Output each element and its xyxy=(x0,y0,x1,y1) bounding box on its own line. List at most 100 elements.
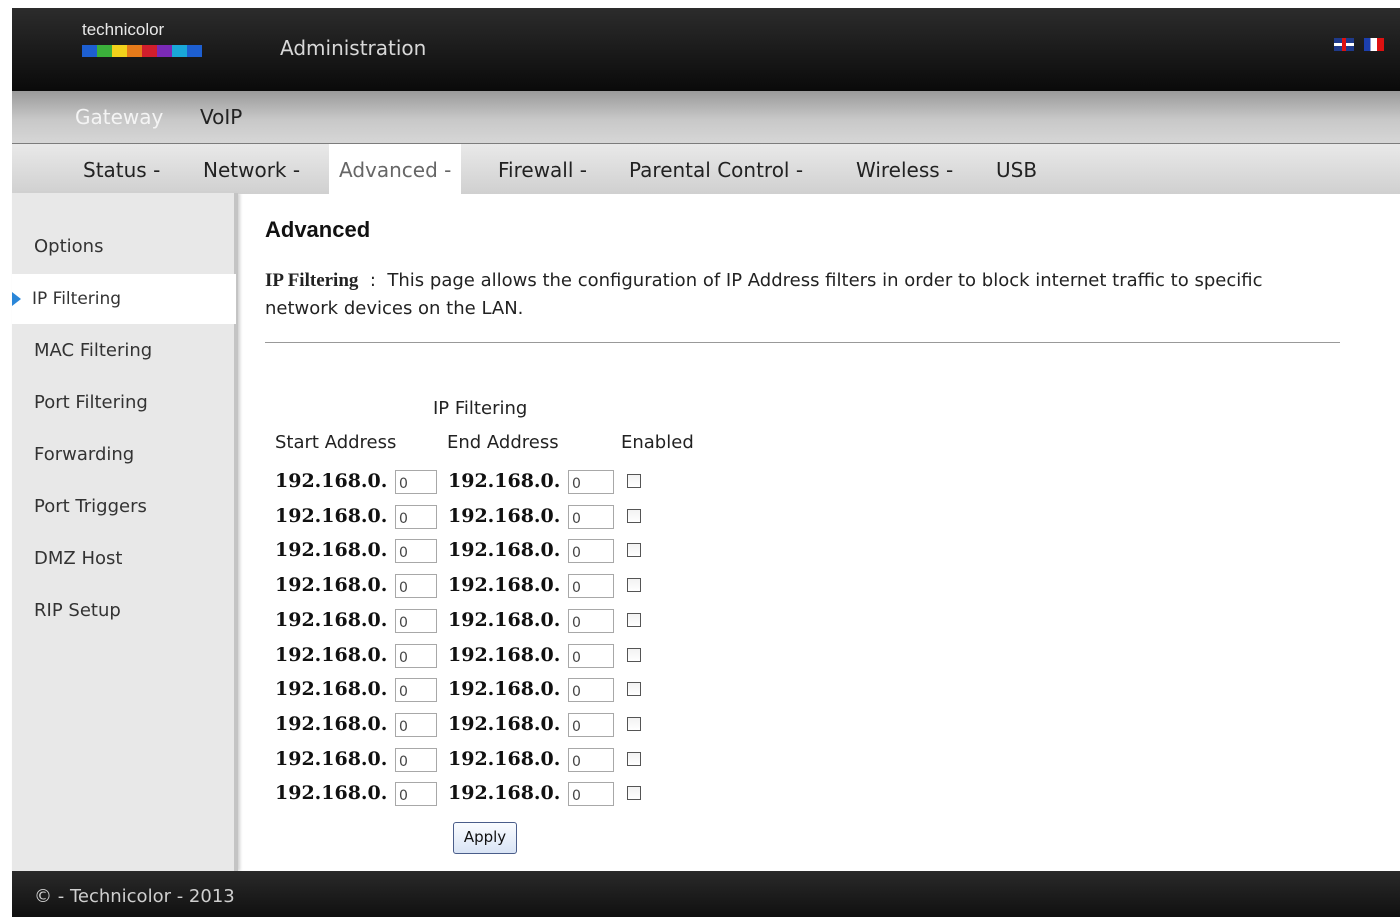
sidebar-item-port-triggers[interactable]: Port Triggers xyxy=(12,482,236,532)
start-address-octet-input[interactable]: 0 xyxy=(395,747,437,772)
tab-advanced[interactable]: Advanced - xyxy=(329,144,462,194)
enabled-checkbox[interactable] xyxy=(627,716,641,731)
end-address-octet-input[interactable]: 0 xyxy=(568,539,614,564)
sidebar-item-mac-filtering[interactable]: MAC Filtering xyxy=(12,326,236,376)
tab-status[interactable]: Status - xyxy=(73,144,170,194)
end-address-octet-input[interactable]: 0 xyxy=(568,712,614,737)
end-address-prefix: 192.168.0. xyxy=(448,782,561,805)
logo-color-segment xyxy=(172,45,187,57)
end-address-prefix: 192.168.0. xyxy=(448,470,561,492)
enabled-checkbox[interactable] xyxy=(627,612,641,627)
sidebar-item-label: Options xyxy=(34,236,104,257)
technicolor-logo[interactable]: technicolor xyxy=(82,20,202,70)
end-address-octet-input[interactable]: 0 xyxy=(568,470,614,494)
footer: © - Technicolor - 2013 xyxy=(12,871,1400,917)
logo-color-segment xyxy=(82,45,97,57)
ip-filter-row: 192.168.0. 0 192.168.0. 0 xyxy=(275,572,675,600)
logo-color-bar xyxy=(82,45,202,57)
start-address-octet-input[interactable]: 0 xyxy=(395,712,437,737)
end-address-octet-input[interactable]: 0 xyxy=(568,747,614,772)
start-address-prefix: 192.168.0. xyxy=(275,747,388,770)
sidebar-item-dmz-host[interactable]: DMZ Host xyxy=(12,534,236,584)
start-address-prefix: 192.168.0. xyxy=(275,539,388,562)
enabled-checkbox[interactable] xyxy=(627,751,641,766)
logo-color-segment xyxy=(142,45,157,57)
start-address-octet-input[interactable]: 0 xyxy=(395,539,437,564)
tab-network[interactable]: Network - xyxy=(193,144,310,194)
end-address-prefix: 192.168.0. xyxy=(448,712,561,735)
end-address-octet-input[interactable]: 0 xyxy=(568,574,614,599)
enabled-checkbox[interactable] xyxy=(627,682,641,697)
start-address-prefix: 192.168.0. xyxy=(275,470,388,492)
language-selector xyxy=(1334,38,1384,51)
apply-button[interactable]: Apply xyxy=(453,822,517,854)
enabled-checkbox[interactable] xyxy=(627,578,641,593)
start-address-prefix: 192.168.0. xyxy=(275,608,388,631)
logo-color-segment xyxy=(187,45,202,57)
enabled-checkbox[interactable] xyxy=(627,508,641,523)
end-address-prefix: 192.168.0. xyxy=(448,574,561,597)
start-address-octet-input[interactable]: 0 xyxy=(395,504,437,529)
main-tab-bar: Status - Network - Advanced - Firewall -… xyxy=(12,143,1400,194)
column-header-end-address: End Address xyxy=(447,432,559,453)
description-text: This page allows the configuration of IP… xyxy=(265,270,1263,319)
uk-flag-icon[interactable] xyxy=(1334,38,1354,51)
end-address-octet-input[interactable]: 0 xyxy=(568,782,614,807)
sidebar-item-ip-filtering[interactable]: IP Filtering xyxy=(12,274,236,324)
end-address-octet-input[interactable]: 0 xyxy=(568,678,614,703)
sidebar-item-rip-setup[interactable]: RIP Setup xyxy=(12,586,236,636)
end-address-prefix: 192.168.0. xyxy=(448,747,561,770)
description-separator: : xyxy=(369,270,376,291)
sidebar-item-label: Port Triggers xyxy=(34,496,147,517)
tab-usb[interactable]: USB xyxy=(986,144,1047,194)
tab-parental-control[interactable]: Parental Control - xyxy=(619,144,813,194)
end-address-prefix: 192.168.0. xyxy=(448,643,561,666)
category-gateway[interactable]: Gateway xyxy=(75,105,163,129)
app-frame: technicolor Administration Gateway VoIP … xyxy=(12,8,1400,917)
end-address-octet-input[interactable]: 0 xyxy=(568,504,614,529)
end-address-prefix: 192.168.0. xyxy=(448,678,561,701)
footer-copyright: © - Technicolor - 2013 xyxy=(34,886,235,907)
ip-filter-row: 192.168.0. 0 192.168.0. 0 xyxy=(275,607,675,635)
sidebar-item-options[interactable]: Options xyxy=(12,222,236,272)
france-flag-icon[interactable] xyxy=(1364,38,1384,51)
enabled-checkbox[interactable] xyxy=(627,474,641,488)
start-address-prefix: 192.168.0. xyxy=(275,574,388,597)
logo-color-segment xyxy=(112,45,127,57)
ip-filter-row: 192.168.0. 0 192.168.0. 0 xyxy=(275,642,675,670)
column-header-enabled: Enabled xyxy=(621,432,694,453)
sidebar-item-label: RIP Setup xyxy=(34,600,121,621)
start-address-octet-input[interactable]: 0 xyxy=(395,643,437,668)
start-address-octet-input[interactable]: 0 xyxy=(395,608,437,633)
start-address-octet-input[interactable]: 0 xyxy=(395,574,437,599)
tab-firewall[interactable]: Firewall - xyxy=(488,144,597,194)
ip-filtering-table-title: IP Filtering xyxy=(433,398,528,419)
start-address-octet-input[interactable]: 0 xyxy=(395,678,437,703)
tab-wireless[interactable]: Wireless - xyxy=(846,144,963,194)
start-address-octet-input[interactable]: 0 xyxy=(395,782,437,807)
sidebar: Options IP Filtering MAC Filtering Port … xyxy=(12,193,238,871)
ip-filter-row: 192.168.0. 0 192.168.0. 0 xyxy=(275,676,675,704)
start-address-prefix: 192.168.0. xyxy=(275,678,388,701)
end-address-octet-input[interactable]: 0 xyxy=(568,608,614,633)
start-address-octet-input[interactable]: 0 xyxy=(395,470,437,494)
sidebar-item-label: Forwarding xyxy=(34,444,135,465)
enabled-checkbox[interactable] xyxy=(627,543,641,558)
sidebar-item-forwarding[interactable]: Forwarding xyxy=(12,430,236,480)
enabled-checkbox[interactable] xyxy=(627,647,641,662)
ip-filter-row: 192.168.0. 0 192.168.0. 0 xyxy=(275,711,675,739)
end-address-octet-input[interactable]: 0 xyxy=(568,643,614,668)
sidebar-item-port-filtering[interactable]: Port Filtering xyxy=(12,378,236,428)
top-header: technicolor Administration xyxy=(12,8,1400,91)
ip-filter-row: 192.168.0. 0 192.168.0. 0 xyxy=(275,503,675,531)
page-header-title: Administration xyxy=(280,36,427,60)
start-address-prefix: 192.168.0. xyxy=(275,643,388,666)
end-address-prefix: 192.168.0. xyxy=(448,608,561,631)
logo-text: technicolor xyxy=(82,20,165,39)
column-header-start-address: Start Address xyxy=(275,432,397,453)
enabled-checkbox[interactable] xyxy=(627,786,641,801)
sidebar-item-label: MAC Filtering xyxy=(34,340,153,361)
category-voip[interactable]: VoIP xyxy=(200,105,242,129)
start-address-prefix: 192.168.0. xyxy=(275,782,388,805)
end-address-prefix: 192.168.0. xyxy=(448,504,561,527)
